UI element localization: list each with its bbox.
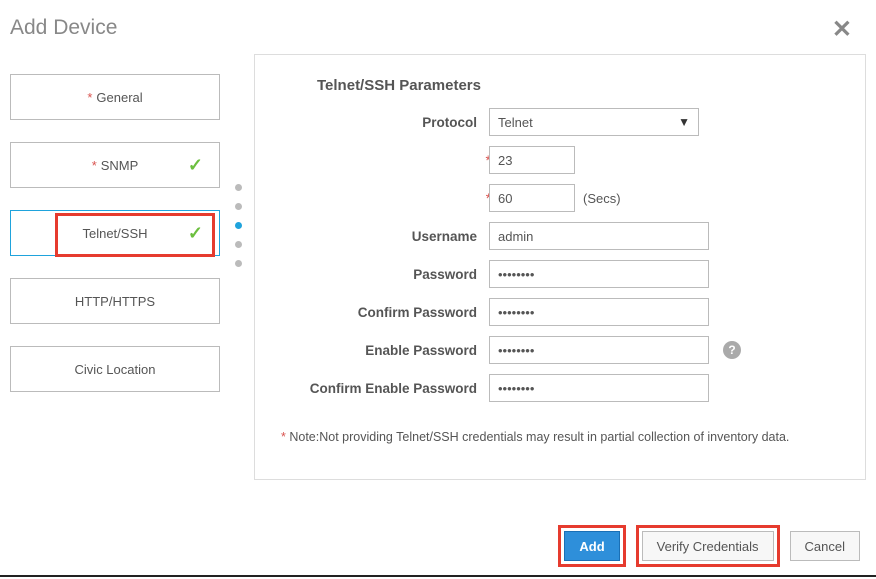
- confirm-password-input[interactable]: [489, 298, 709, 326]
- dot: [235, 241, 242, 248]
- help-icon[interactable]: ?: [723, 341, 741, 359]
- sidebar-item-label: Civic Location: [75, 362, 156, 377]
- password-label: Password: [281, 267, 489, 282]
- timeout-input[interactable]: [489, 184, 575, 212]
- sidebar-item-label: SNMP: [101, 158, 139, 173]
- cli-port-input[interactable]: [489, 146, 575, 174]
- dot: [235, 203, 242, 210]
- dot: [235, 260, 242, 267]
- close-icon[interactable]: ✕: [832, 18, 852, 42]
- password-input[interactable]: [489, 260, 709, 288]
- panel-title: Telnet/SSH Parameters: [317, 77, 839, 94]
- sidebar-item-label: General: [96, 90, 142, 105]
- check-icon: ✓: [188, 155, 203, 176]
- sidebar-item-label: HTTP/HTTPS: [75, 294, 155, 309]
- enable-password-input[interactable]: [489, 336, 709, 364]
- sidebar-item-telnet-ssh[interactable]: Telnet/SSH ✓: [10, 210, 220, 256]
- confirm-password-label: Confirm Password: [281, 305, 489, 320]
- protocol-select[interactable]: Telnet ▼: [489, 108, 699, 136]
- step-sidebar: * General * SNMP ✓ Telnet/SSH ✓ HTTP/HTT…: [10, 54, 220, 480]
- confirm-enable-password-label: Confirm Enable Password: [281, 381, 489, 396]
- timeout-unit: (Secs): [583, 191, 621, 206]
- verify-credentials-button[interactable]: Verify Credentials: [642, 531, 774, 561]
- sidebar-item-civic-location[interactable]: Civic Location: [10, 346, 220, 392]
- username-label: Username: [281, 229, 489, 244]
- dialog-footer: Add Verify Credentials Cancel: [558, 525, 860, 567]
- sidebar-item-label: Telnet/SSH: [82, 226, 147, 241]
- divider: [0, 575, 876, 577]
- footnote: * Note:Not providing Telnet/SSH credenti…: [281, 430, 839, 444]
- required-marker: *: [87, 90, 92, 105]
- step-dots: [230, 54, 246, 480]
- protocol-label: Protocol: [281, 115, 489, 130]
- sidebar-item-http-https[interactable]: HTTP/HTTPS: [10, 278, 220, 324]
- dot-active: [235, 222, 242, 229]
- highlight-box: Add: [558, 525, 625, 567]
- dialog-title: Add Device: [0, 0, 876, 50]
- highlight-box: Verify Credentials: [636, 525, 780, 567]
- cancel-button[interactable]: Cancel: [790, 531, 860, 561]
- add-button[interactable]: Add: [564, 531, 619, 561]
- dot: [235, 184, 242, 191]
- sidebar-item-snmp[interactable]: * SNMP ✓: [10, 142, 220, 188]
- chevron-down-icon: ▼: [678, 115, 690, 129]
- check-icon: ✓: [188, 223, 203, 244]
- form-panel: Telnet/SSH Parameters Protocol Telnet ▼ …: [254, 54, 866, 480]
- required-marker: *: [92, 158, 97, 173]
- username-input[interactable]: [489, 222, 709, 250]
- protocol-value: Telnet: [498, 115, 533, 130]
- confirm-enable-password-input[interactable]: [489, 374, 709, 402]
- enable-password-label: Enable Password: [281, 343, 489, 358]
- sidebar-item-general[interactable]: * General: [10, 74, 220, 120]
